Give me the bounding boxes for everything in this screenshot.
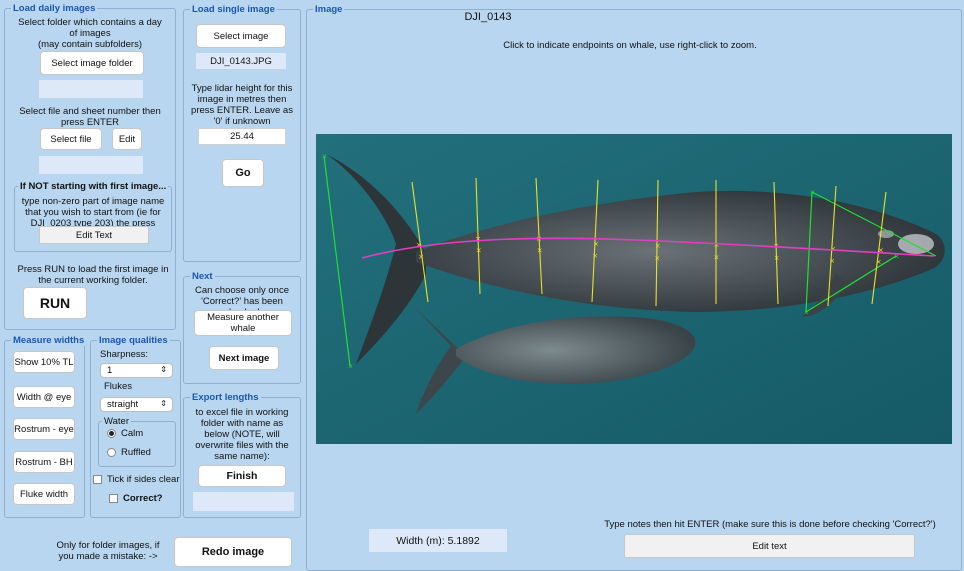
run-instruction: Press RUN to load the first image in the… [17, 264, 169, 286]
edit-text-notes-button[interactable]: Edit text [624, 534, 915, 558]
finish-button[interactable]: Finish [198, 465, 286, 487]
rostrum-bh-button[interactable]: Rostrum - BH [13, 451, 75, 473]
correct-label: Correct? [123, 493, 163, 504]
load-daily-title: Load daily images [11, 3, 98, 14]
lidar-instruction: Type lidar height for this image in metr… [191, 83, 293, 127]
measure-point-marker: × [537, 246, 543, 254]
folder-instruction: Select folder which contains a day of im… [18, 17, 162, 50]
export-title: Export lengths [190, 392, 261, 403]
measure-point-marker: × [476, 246, 482, 254]
measure-point-marker: × [830, 245, 836, 253]
checkbox-icon [93, 475, 102, 484]
water-title: Water [102, 416, 131, 427]
measure-point-marker: × [592, 252, 598, 260]
measure-point-marker: × [348, 363, 354, 371]
ruffled-label: Ruffled [121, 447, 151, 458]
export-filename-field[interactable] [193, 492, 294, 511]
rostrum-eye-button[interactable]: Rostrum - eye [13, 418, 75, 440]
measure-point-marker: × [655, 242, 661, 250]
width-readout: Width (m): 5.1892 [369, 529, 507, 552]
measure-point-marker: × [804, 309, 810, 317]
checkbox-icon [109, 494, 118, 503]
select-file-button[interactable]: Select file [40, 128, 102, 150]
next-image-button[interactable]: Next image [209, 346, 279, 370]
chevron-updown-icon: ⇕ [160, 365, 167, 374]
calm-label: Calm [121, 428, 144, 439]
measure-point-marker: × [418, 253, 424, 261]
measure-point-marker: × [593, 240, 599, 248]
flukes-select[interactable]: straight ⇕ [100, 397, 173, 412]
ruffled-radio[interactable]: Ruffled [107, 447, 151, 458]
measure-point-marker: × [774, 254, 780, 262]
select-image-folder-button[interactable]: Select image folder [40, 51, 144, 75]
measure-point-marker: × [876, 258, 882, 266]
calm-radio[interactable]: Calm [107, 428, 143, 439]
edit-button[interactable]: Edit [112, 128, 142, 150]
flukes-value: straight [107, 399, 139, 410]
tick-sides-clear-label: Tick if sides clear [107, 474, 180, 485]
export-instruction: to excel file in working folder with nam… [195, 407, 289, 462]
sheet-field[interactable] [39, 156, 143, 174]
callosities [898, 234, 934, 254]
notes-instruction: Type notes then hit ENTER (make sure thi… [604, 519, 936, 530]
lidar-height-input[interactable]: 25.44 [198, 128, 286, 145]
next-title: Next [190, 271, 215, 282]
edit-text-button[interactable]: Edit Text [39, 226, 149, 244]
measure-point-marker: × [714, 253, 720, 261]
folder-field[interactable] [39, 80, 143, 98]
radio-unselected-icon [107, 448, 116, 457]
measure-point-marker: × [322, 153, 328, 161]
measure-point-marker: × [714, 241, 720, 249]
radio-selected-icon [107, 429, 116, 438]
correct-checkbox[interactable]: Correct? [109, 493, 163, 504]
chevron-updown-icon: ⇕ [160, 399, 167, 408]
select-image-button[interactable]: Select image [196, 24, 286, 48]
go-button[interactable]: Go [222, 159, 264, 187]
sharpness-select[interactable]: 1 ⇕ [100, 363, 173, 378]
single-filename: DJI_0143.JPG [196, 53, 286, 69]
measure-another-whale-button[interactable]: Measure another whale [194, 310, 292, 336]
image-panel-title: Image [313, 4, 345, 15]
measure-point-marker: × [654, 255, 660, 263]
sharpness-label: Sharpness: [100, 349, 149, 360]
not-first-title: If NOT starting with first image... [18, 181, 169, 192]
image-hint: Click to indicate endpoints on whale, us… [503, 40, 757, 51]
fluke-width-button[interactable]: Fluke width [13, 483, 75, 505]
whale-image-canvas[interactable]: ××××××××××××××××××××××× [316, 134, 952, 444]
run-button[interactable]: RUN [23, 287, 87, 319]
whale-image[interactable]: × × × × × × × × × × × × × × × × × × × × × × × [316, 134, 952, 444]
file-instruction: Select file and sheet number then press … [19, 106, 161, 128]
load-single-title: Load single image [190, 4, 277, 15]
show-10-tl-button[interactable]: Show 10% TL [13, 351, 75, 373]
measure-widths-title: Measure widths [11, 335, 87, 346]
image-name: DJI_0143 [464, 11, 512, 23]
measure-point-marker: × [810, 189, 816, 197]
width-at-eye-button[interactable]: Width @ eye [13, 386, 75, 408]
measure-point-marker: × [829, 257, 835, 265]
image-qualities-title: Image qualities [97, 335, 170, 346]
redo-image-button[interactable]: Redo image [174, 537, 292, 567]
redo-instruction: Only for folder images, if you made a mi… [56, 540, 160, 562]
tick-sides-clear-checkbox[interactable]: Tick if sides clear [93, 474, 180, 485]
flukes-label: Flukes [104, 381, 132, 392]
sharpness-value: 1 [107, 365, 113, 376]
